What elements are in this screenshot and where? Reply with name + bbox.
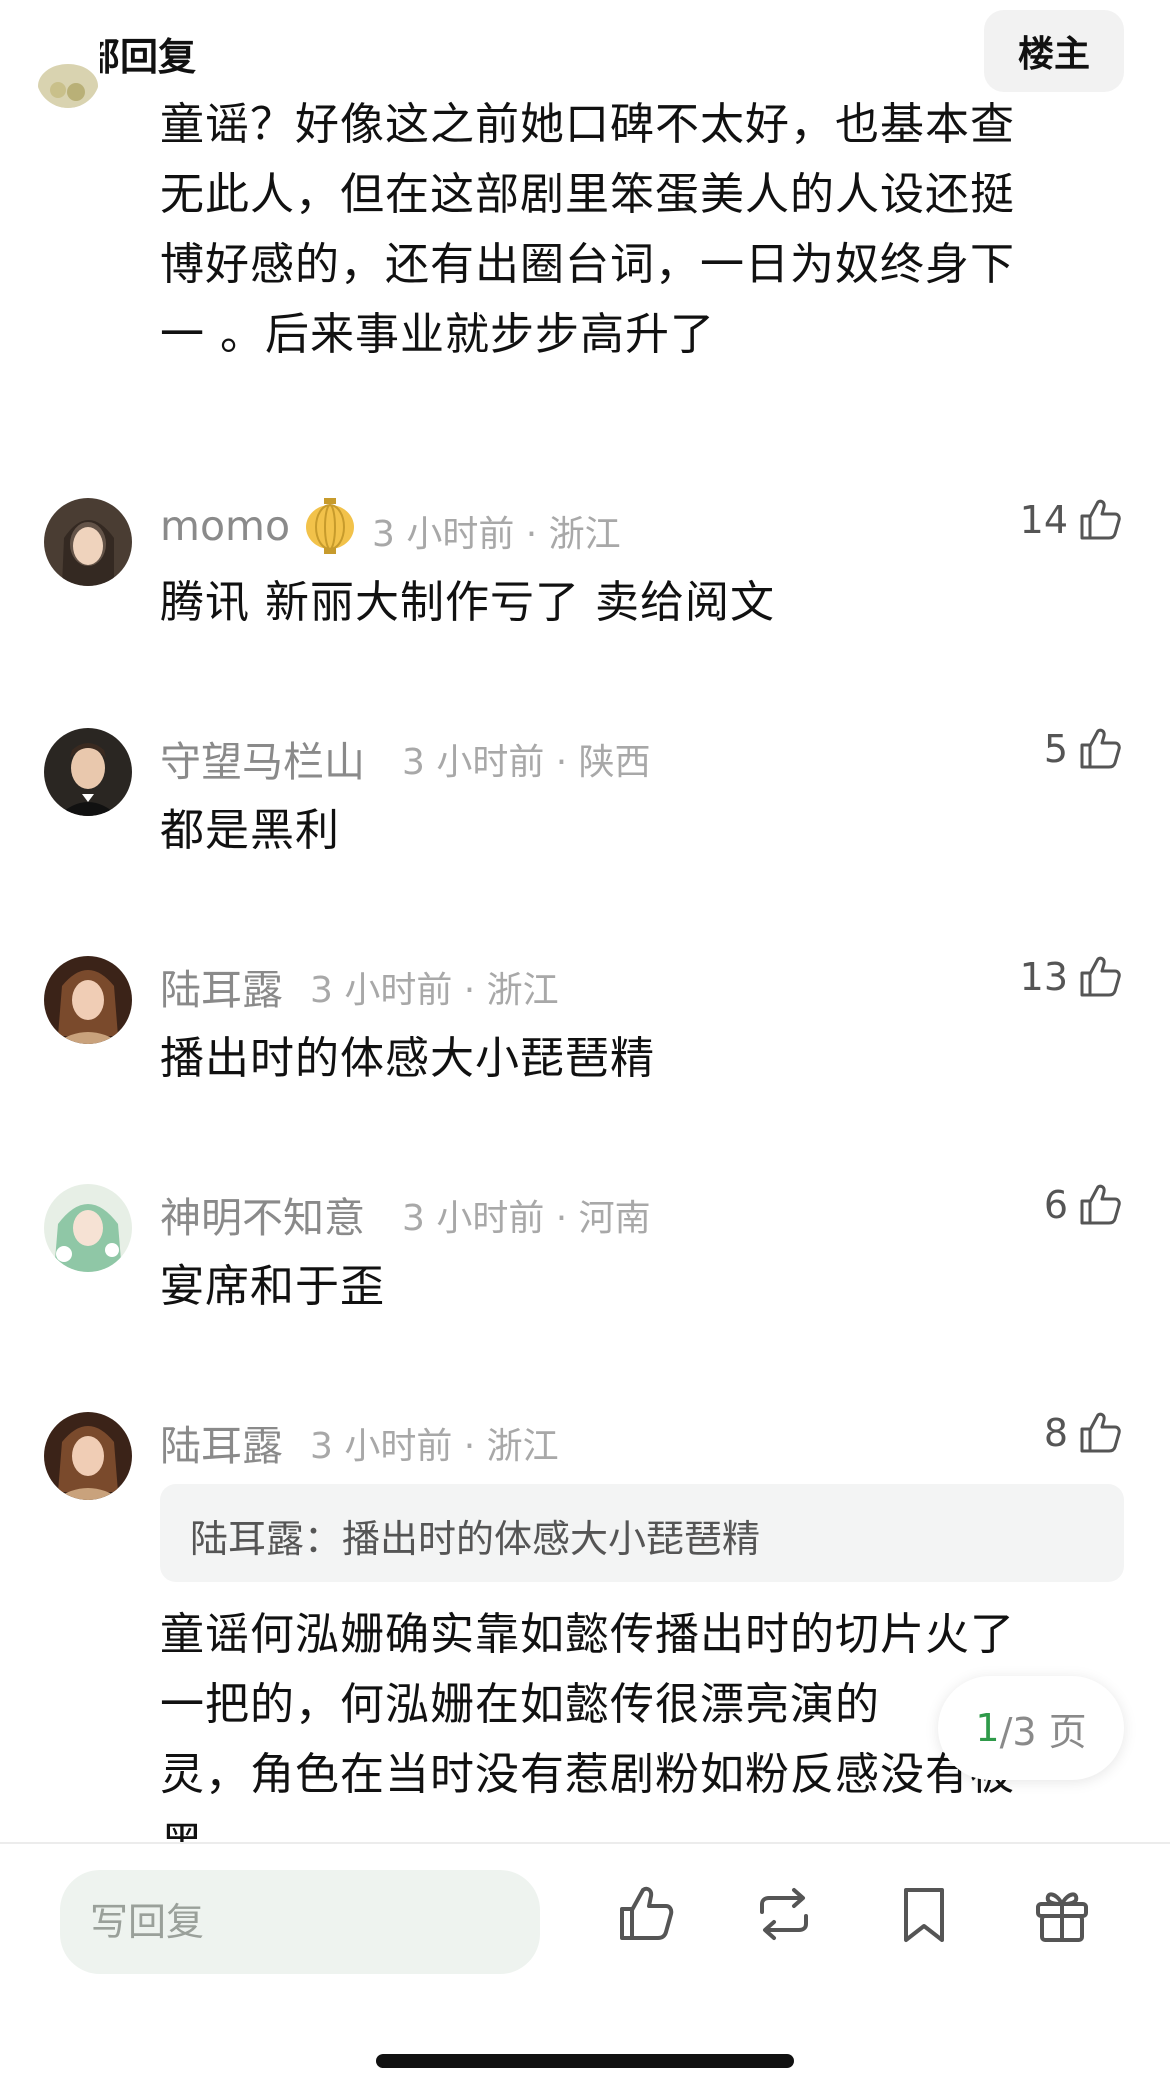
repost-icon[interactable] xyxy=(752,1882,816,1946)
comment-text: 童谣？好像这之前她口碑不太好，也基本查 无此人，但在这部剧里笨蛋美人的人设还挺 … xyxy=(160,90,1160,370)
like-button[interactable]: 8 xyxy=(1044,1409,1124,1457)
comment-text: 宴席和于歪 xyxy=(160,1261,385,1312)
like-count: 6 xyxy=(1043,1183,1068,1227)
avatar[interactable] xyxy=(44,956,132,1044)
comment-line: 一 。后来事业就步步高升了 xyxy=(160,309,715,360)
like-button[interactable]: 14 xyxy=(1020,496,1124,544)
avatar[interactable] xyxy=(44,728,132,816)
like-count: 14 xyxy=(1019,498,1068,542)
comment-author-name[interactable]: 陆耳露 xyxy=(160,1412,283,1472)
comment-author-name[interactable]: 陆耳露 xyxy=(160,956,283,1016)
comment-author-name[interactable]: 守望马栏山 xyxy=(160,728,365,788)
comment-line: 无此人，但在这部剧里笨蛋美人的人设还挺 xyxy=(160,169,1015,220)
avatar[interactable] xyxy=(36,24,100,108)
home-indicator xyxy=(376,2054,794,2068)
bottom-action-bar xyxy=(0,1842,1170,2093)
thumbs-up-icon xyxy=(1076,1181,1124,1229)
thumbs-up-icon xyxy=(1076,725,1124,773)
reply-input[interactable] xyxy=(60,1870,540,1974)
comment-text: 腾讯 新丽大制作亏了 卖给阅文 xyxy=(160,577,775,628)
comment-time-location: 3 小时前 · 浙江 xyxy=(310,970,559,1011)
gift-icon[interactable] xyxy=(1030,1882,1094,1946)
like-button[interactable]: 6 xyxy=(1044,1181,1124,1229)
avatar[interactable] xyxy=(44,498,132,586)
thumbs-up-icon xyxy=(1076,496,1124,544)
bookmark-icon[interactable] xyxy=(892,1882,956,1946)
comment-text: 都是黑利 xyxy=(160,805,340,856)
comment-author-name[interactable]: 神明不知意 xyxy=(160,1184,365,1244)
quoted-reply-text: 陆耳露：播出时的体感大小琵琶精 xyxy=(190,1517,761,1561)
comment-time-location: 3 小时前 · 陕西 xyxy=(402,742,651,783)
comment-time-location: 3 小时前 · 河南 xyxy=(402,1198,651,1239)
thumbs-up-icon xyxy=(1076,1409,1124,1457)
comment-text: 播出时的体感大小琵琶精 xyxy=(160,1033,655,1084)
like-button[interactable]: 13 xyxy=(1020,953,1124,1001)
thumbs-up-icon xyxy=(1076,953,1124,1001)
like-icon[interactable] xyxy=(614,1882,678,1946)
comment-author-name[interactable]: momo xyxy=(160,502,290,550)
comment-time-location: 3 小时前 · 浙江 xyxy=(372,514,621,555)
like-button[interactable]: 5 xyxy=(1044,725,1124,773)
like-count: 8 xyxy=(1043,1411,1068,1455)
total-pages: /3 页 xyxy=(999,1709,1087,1754)
comment-line: 博好感的，还有出圈台词，一日为奴终身下 xyxy=(160,239,1015,290)
op-only-button[interactable]: 楼主 xyxy=(984,10,1124,92)
comment-line: 黑 xyxy=(160,1810,1160,1842)
page-indicator[interactable]: 1/3 页 xyxy=(938,1676,1124,1780)
like-count: 13 xyxy=(1019,955,1068,999)
avatar[interactable] xyxy=(44,1412,132,1500)
current-page: 1 xyxy=(975,1706,1000,1750)
comment-line: 童谣？好像这之前她口碑不太好，也基本查 xyxy=(160,99,1015,150)
quoted-reply[interactable]: 陆耳露：播出时的体感大小琵琶精 xyxy=(160,1484,1124,1582)
comment-time-location: 3 小时前 · 浙江 xyxy=(310,1426,559,1467)
comment-line: 童谣何泓姗确实靠如懿传播出时的切片火了 xyxy=(160,1609,1015,1660)
lantern-badge-icon xyxy=(302,496,358,556)
avatar[interactable] xyxy=(44,1184,132,1272)
like-count: 5 xyxy=(1043,727,1068,771)
